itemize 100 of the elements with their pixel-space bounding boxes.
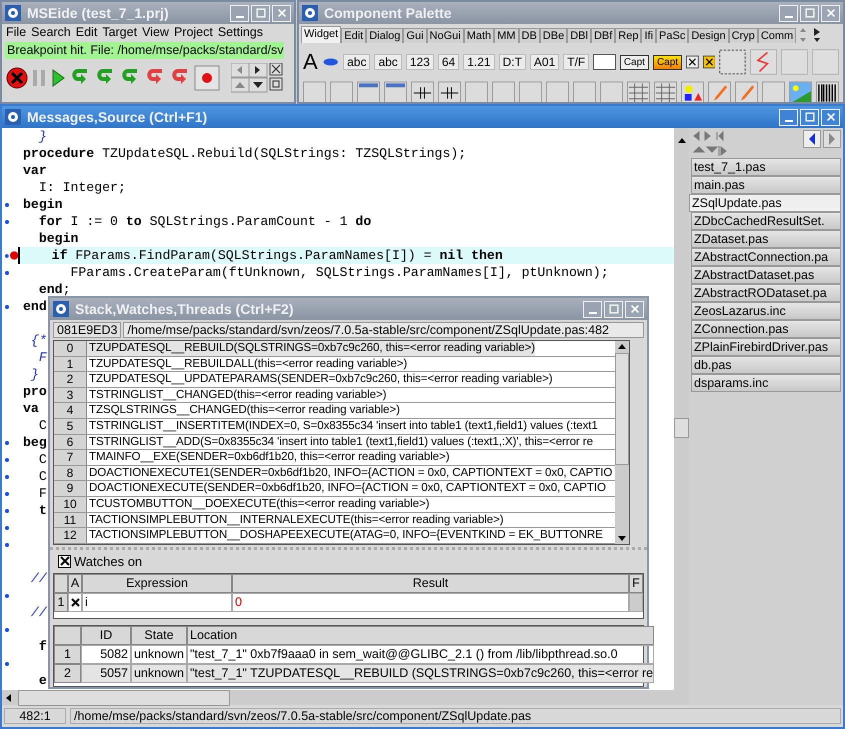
minimize-button[interactable] xyxy=(779,4,798,22)
breakpoint-icon[interactable] xyxy=(10,251,18,260)
spacer-icon[interactable] xyxy=(438,81,461,102)
palette-tab[interactable]: Cryp xyxy=(728,28,758,43)
close-button[interactable] xyxy=(821,108,840,126)
stack-frame[interactable]: TZUPDATESQL__REBUILDALL(this=<error reading variable>) xyxy=(87,356,408,372)
stack-frame[interactable]: TSTRINGLIST__INSERTITEM(INDEX=0, S=0x8355c34 'insert into table1 (text1,field1) values (:text1 xyxy=(87,418,598,434)
palette-tab[interactable]: Edit xyxy=(341,28,366,43)
component-item[interactable]: 64 xyxy=(438,54,460,70)
record-icon[interactable] xyxy=(194,65,220,91)
column-header[interactable]: A xyxy=(68,574,82,593)
file-tab[interactable]: ZAbstractDataset.pas xyxy=(691,266,841,284)
file-tab[interactable]: ZAbstractRODataset.pa xyxy=(691,284,841,302)
file-tab[interactable]: ZDataset.pas xyxy=(691,230,841,248)
stack-frame[interactable]: TZUPDATESQL__REBUILD(SQLSTRINGS=0xb7c9c260, this=<error reading variable>) xyxy=(87,341,536,356)
palette-tab[interactable]: MM xyxy=(494,28,519,43)
column-header[interactable]: Expression xyxy=(82,574,232,593)
menu-item[interactable]: Search xyxy=(31,25,71,40)
splitter-icon[interactable] xyxy=(411,81,434,102)
component-item[interactable]: abc xyxy=(343,54,370,70)
stack-frame[interactable]: TCUSTOMBUTTON__DOEXECUTE(this=<error reading variable>) xyxy=(87,496,430,512)
play-icon[interactable] xyxy=(50,68,66,88)
component-item[interactable]: 1.21 xyxy=(463,54,495,70)
thread-location[interactable]: "test_7_1" TZUPDATESQL__REBUILD (SQLSTRINGS=0xb7c9c260, this=<error re xyxy=(187,664,654,683)
stack-frame[interactable]: DOACTIONEXECUTE1(SENDER=0xb6df1b20, INFO={ACTION = 0x0, CAPTIONTEXT = 0x0, CAPTIO xyxy=(87,466,612,480)
file-tab[interactable]: main.pas xyxy=(691,176,841,194)
active-toggle[interactable] xyxy=(68,593,82,612)
palette-tab[interactable]: DB xyxy=(518,28,540,43)
stack-frame[interactable]: DOACTIONEXECUTE(SENDER=0xb6df1b20, INFO={ACTION = 0x0, CAPTIONTEXT = 0x0, CAPTIO xyxy=(87,481,606,496)
file-tab[interactable]: dsparams.inc xyxy=(691,374,841,392)
menu-item[interactable]: View xyxy=(142,25,169,40)
form-icon[interactable] xyxy=(384,81,407,102)
checkbox[interactable] xyxy=(58,554,71,568)
palette-tab[interactable]: Widget xyxy=(301,26,342,43)
minimize-button[interactable] xyxy=(230,4,249,22)
component-item[interactable]: T/F xyxy=(563,54,590,70)
file-tab[interactable]: ZAbstractConnection.pa xyxy=(691,248,841,266)
thread-location[interactable]: "test_7_1" 0xb7f9aaa0 in sem_wait@@GLIBC_2.1 () from /lib/libpthread.so.0 xyxy=(187,645,654,664)
component-item[interactable]: abc xyxy=(374,54,402,70)
maximize-button[interactable] xyxy=(800,4,819,22)
menu-item[interactable]: Settings xyxy=(218,25,264,40)
palette-tab[interactable]: Design xyxy=(688,28,729,43)
component-item[interactable]: A01 xyxy=(530,54,560,70)
form-icon[interactable] xyxy=(357,81,380,102)
close-box-icon[interactable] xyxy=(702,54,716,70)
stack-frame[interactable]: TZSQLSTRINGS__CHANGED(this=<error reading variable>) xyxy=(87,403,400,418)
stack-frame[interactable]: TMAINFO__EXE(SENDER=0xb6df1b20, this=<error reading variable>) xyxy=(87,450,450,465)
close-button[interactable] xyxy=(821,4,840,22)
expression-cell[interactable]: i xyxy=(82,593,232,612)
palette-tab[interactable]: DBf xyxy=(590,28,616,43)
palette-tab[interactable]: NoGui xyxy=(426,28,464,43)
palette-tab[interactable]: Comm xyxy=(758,28,796,43)
maximize-button[interactable] xyxy=(604,300,623,318)
column-header[interactable]: Result xyxy=(232,574,629,593)
palette-tab[interactable]: DBe xyxy=(540,28,568,43)
stack-frame[interactable]: TSTRINGLIST__CHANGED(this=<error reading variable>) xyxy=(87,388,386,402)
shapes-icon[interactable] xyxy=(681,81,704,102)
arrow-buttons-icon[interactable] xyxy=(231,63,283,93)
menu-item[interactable]: Edit xyxy=(76,25,98,40)
menu-item[interactable]: Project xyxy=(174,25,213,40)
file-tab[interactable]: test_7_1.pas xyxy=(691,158,841,176)
stack-frame[interactable]: TACTIONSIMPLEBUTTON__INTERNALEXECUTE(this=<error reading variable>) xyxy=(87,512,504,528)
column-header[interactable]: Location xyxy=(187,626,654,645)
menu-item[interactable]: Target xyxy=(102,25,138,40)
stop-icon[interactable] xyxy=(6,67,28,89)
file-tab[interactable]: ZPlainFirebirdDriver.pas xyxy=(691,338,841,356)
component-item[interactable]: Capt xyxy=(620,54,649,70)
palette-tab[interactable]: Gui xyxy=(403,28,427,43)
menu-item[interactable]: File xyxy=(6,25,26,40)
minimize-button[interactable] xyxy=(583,300,602,318)
component-item[interactable]: Capt xyxy=(652,54,682,70)
component-item[interactable]: D:T xyxy=(498,54,526,70)
edit-field-icon[interactable] xyxy=(593,54,616,70)
close-button[interactable] xyxy=(272,4,291,22)
component-item[interactable]: 123 xyxy=(406,54,434,70)
palette-tab[interactable]: Dialog xyxy=(366,28,404,43)
stack-frame[interactable]: TSTRINGLIST__ADD(S=0x8355c34 'insert into table1 (text1,field1) values (:text1,:X)', this=<error re xyxy=(87,434,593,450)
file-tab[interactable]: ZConnection.pas xyxy=(691,320,841,338)
maximize-button[interactable] xyxy=(251,4,270,22)
scrollbar-thumb[interactable] xyxy=(674,418,689,438)
scrollbar-thumb[interactable] xyxy=(18,690,230,706)
grid-icon[interactable] xyxy=(627,81,650,102)
palette-tab[interactable]: DBl xyxy=(567,28,591,43)
stack-frame[interactable]: TACTIONSIMPLEBUTTON__DOSHAPEEXECUTE(ATAG=0, INFO={EVENTKIND = EK_BUTTONRE xyxy=(87,528,603,543)
file-tab[interactable]: db.pas xyxy=(691,356,841,374)
text-grid-icon[interactable] xyxy=(654,81,677,102)
palette-tab[interactable]: Rep xyxy=(615,28,642,43)
component-item[interactable]: A xyxy=(303,49,318,75)
file-tab[interactable]: ZSqlUpdate.pas xyxy=(689,194,841,212)
minimize-button[interactable] xyxy=(779,108,798,126)
file-tab[interactable]: ZeosLazarus.inc xyxy=(691,302,841,320)
palette-tab[interactable]: Math xyxy=(464,28,494,43)
stack-frame[interactable]: TZUPDATESQL__UPDATEPARAMS(SENDER=0xb7c9c260, this=<error reading variable>) xyxy=(87,372,553,387)
palette-tab[interactable]: Ifi xyxy=(641,28,656,43)
close-box-icon[interactable] xyxy=(686,54,699,70)
barcode-icon[interactable] xyxy=(816,81,839,102)
scrollbar-thumb[interactable] xyxy=(615,353,629,465)
maximize-button[interactable] xyxy=(800,108,819,126)
palette-tab[interactable]: PaSc xyxy=(656,28,688,43)
column-header[interactable]: ID xyxy=(81,626,131,645)
